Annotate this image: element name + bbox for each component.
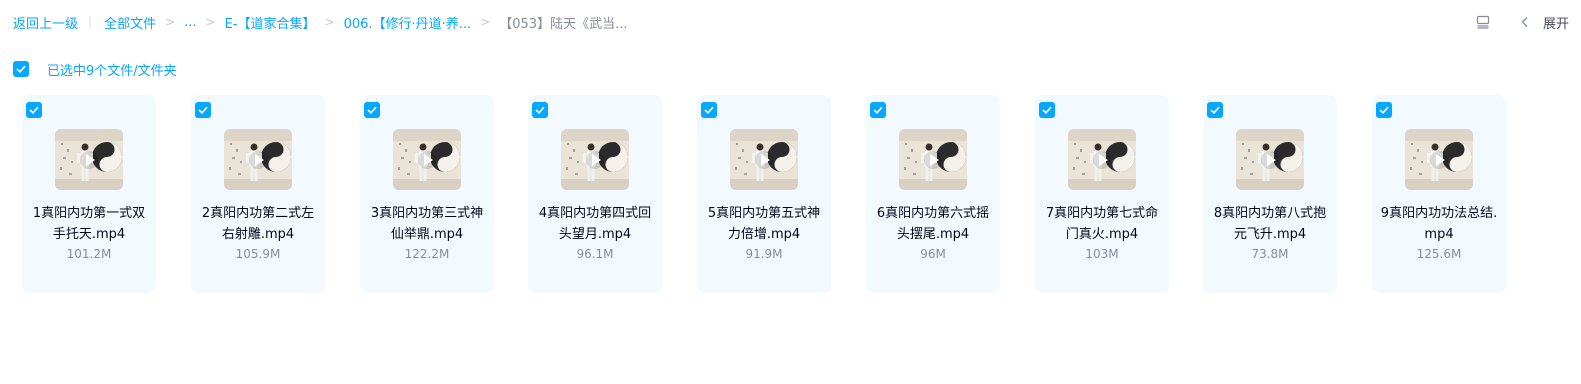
file-size: 96.1M [576,247,614,261]
file-card[interactable]: 4真阳内功第四式回头望月.mp4 96.1M [528,95,662,293]
breadcrumb-current: 【053】陆天《武当... [499,16,628,32]
file-card[interactable]: 8真阳内功第八式抱元飞升.mp4 73.8M [1203,95,1337,293]
file-size: 96M [920,247,946,261]
breadcrumb-separator: > [165,15,176,29]
checkmark-icon [1042,106,1052,114]
file-card[interactable]: 3真阳内功第三式神仙举鼎.mp4 122.2M [360,95,494,293]
breadcrumb-ellipsis[interactable]: ... [184,15,196,30]
file-card[interactable]: 5真阳内功第五式神力倍增.mp4 91.9M [697,95,831,293]
file-size: 103M [1085,247,1119,261]
checkmark-icon [704,106,714,114]
file-name: 4真阳内功第四式回头望月.mp4 [538,206,652,242]
checkmark-icon [873,106,883,114]
file-card[interactable]: 7真阳内功第七式命门真火.mp4 103M [1035,95,1169,293]
breadcrumb-separator: > [324,15,335,29]
checkmark-icon [1379,106,1389,114]
expand-label: 展开 [1542,16,1569,32]
expand-button[interactable]: 展开 [1517,13,1569,32]
breadcrumb-separator: > [205,15,216,29]
checkmark-icon [29,106,39,114]
selection-count: 已选中9个文件/文件夹 [47,63,177,79]
breadcrumb-folder-daojia[interactable]: E-【道家合集】 [225,13,316,32]
file-checkbox[interactable] [1207,102,1223,118]
file-size: 125.6M [1416,247,1462,261]
video-thumbnail [899,129,967,190]
file-name: 3真阳内功第三式神仙举鼎.mp4 [370,206,484,242]
video-thumbnail [224,129,292,190]
file-checkbox[interactable] [870,102,886,118]
file-card[interactable]: 1真阳内功第一式双手托天.mp4 101.2M [22,95,156,293]
chevron-left-icon [1517,14,1533,30]
file-card[interactable]: 6真阳内功第六式摇头摆尾.mp4 96M [866,95,1000,293]
file-name: 8真阳内功第八式抱元飞升.mp4 [1213,206,1327,242]
file-checkbox[interactable] [26,102,42,118]
file-size: 91.9M [745,247,783,261]
checkmark-icon [1210,106,1220,114]
checkmark-icon [16,65,26,73]
file-name: 7真阳内功第七式命门真火.mp4 [1045,206,1159,242]
file-size: 122.2M [404,247,450,261]
video-thumbnail [1068,129,1136,190]
video-thumbnail [1405,129,1473,190]
file-size: 101.2M [66,247,112,261]
file-checkbox[interactable] [195,102,211,118]
video-thumbnail [730,129,798,190]
file-name: 9真阳内功功法总结.mp4 [1380,206,1498,242]
breadcrumb-folder-xiuxing[interactable]: 006.【修行·丹道·养... [344,13,472,32]
video-thumbnail [393,129,461,190]
checkmark-icon [367,106,377,114]
list-view-icon[interactable] [1475,14,1491,30]
video-thumbnail [1236,129,1304,190]
file-name: 1真阳内功第一式双手托天.mp4 [32,206,146,242]
file-size: 73.8M [1251,247,1289,261]
file-card[interactable]: 2真阳内功第二式左右射雕.mp4 105.9M [191,95,325,293]
file-size: 105.9M [235,247,281,261]
file-checkbox[interactable] [532,102,548,118]
file-name: 5真阳内功第五式神力倍增.mp4 [707,206,821,242]
video-thumbnail [561,129,629,190]
top-right-toolbar: 展开 [1475,12,1569,32]
breadcrumb-separator: > [480,15,491,29]
file-checkbox[interactable] [1039,102,1055,118]
file-checkbox[interactable] [1376,102,1392,118]
file-name: 6真阳内功第六式摇头摆尾.mp4 [876,206,990,242]
file-checkbox[interactable] [701,102,717,118]
selection-bar: 已选中9个文件/文件夹 [13,60,177,79]
video-thumbnail [55,129,123,190]
file-name: 2真阳内功第二式左右射雕.mp4 [201,206,315,242]
checkmark-icon [198,106,208,114]
breadcrumb: 返回上一级 | 全部文件 > ... > E-【道家合集】 > 006.【修行·… [13,12,627,32]
back-link[interactable]: 返回上一级 [13,13,78,32]
breadcrumb-divider: | [88,15,93,29]
breadcrumb-all-files[interactable]: 全部文件 [104,13,156,32]
file-checkbox[interactable] [364,102,380,118]
checkmark-icon [535,106,545,114]
file-card[interactable]: 9真阳内功功法总结.mp4 125.6M [1372,95,1506,293]
select-all-checkbox[interactable] [13,61,29,77]
